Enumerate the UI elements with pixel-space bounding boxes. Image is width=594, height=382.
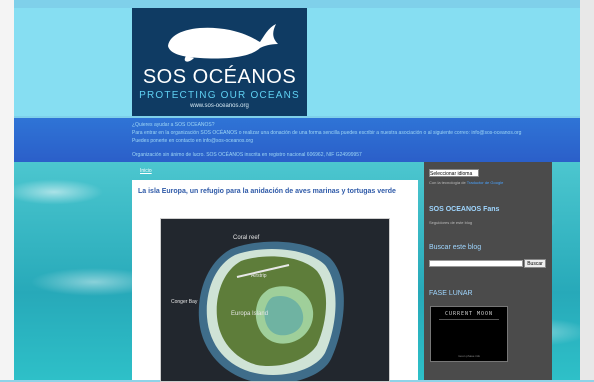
fans-title: SOS OCEANOS Fans (429, 206, 500, 213)
page-right-edge (580, 0, 594, 380)
google-translate-link[interactable]: Traductor de Google (467, 180, 504, 185)
image-label-3: Europa Island (231, 311, 268, 317)
info-line-3: Puedes ponerte en contacto en info@sos-o… (132, 138, 253, 144)
search-input[interactable] (429, 260, 523, 267)
fans-subtitle[interactable]: Seguidores de este blog (429, 220, 472, 225)
logo-url: www.sos-oceanos.org (190, 103, 249, 109)
info-band: ¿Quieres ayudar a SOS OCEANOS? Para entr… (14, 118, 580, 162)
logo-subtitle: PROTECTING OUR OCEANS (139, 90, 300, 101)
moon-title: FASE LUNAR (429, 290, 473, 297)
home-link[interactable]: Inicio (140, 168, 152, 174)
post-title[interactable]: La isla Europa, un refugio para la anida… (138, 188, 414, 195)
blog-post: La isla Europa, un refugio para la anida… (132, 180, 418, 382)
moon-label: CURRENT MOON (444, 311, 494, 317)
moon-widget[interactable]: CURRENT MOON moon phase info (430, 306, 508, 362)
whale-icon (168, 24, 278, 62)
moon-divider (439, 319, 499, 320)
image-label-4: Conger Bay (171, 299, 198, 305)
moon-footer: moon phase info (457, 354, 481, 358)
info-line-4: Organización sin ánimo de lucro. SOS OCÉ… (132, 152, 362, 158)
info-line-2: Para entrar en la organización SOS OCÉAN… (132, 130, 522, 136)
sidebar: Seleccionar idioma Con la tecnología de … (424, 162, 552, 380)
site-logo[interactable]: SOS OCÉANOS PROTECTING OUR OCEANS www.so… (132, 8, 307, 116)
language-select[interactable]: Seleccionar idioma (429, 169, 479, 177)
post-image[interactable]: Coral reef Airstrip Europa Island Conger… (160, 218, 390, 382)
page-left-edge (0, 0, 14, 380)
logo-title: SOS OCÉANOS (142, 66, 297, 88)
language-credit-prefix: Con la tecnología de (429, 180, 466, 185)
search-button[interactable]: Buscar (524, 259, 546, 268)
image-label-1: Coral reef (233, 235, 260, 241)
island-satellite-image: Coral reef Airstrip Europa Island Conger… (161, 219, 389, 381)
image-label-2: Airstrip (251, 273, 267, 279)
info-line-1: ¿Quieres ayudar a SOS OCEANOS? (132, 122, 215, 128)
search-title: Buscar este blog (429, 244, 482, 251)
language-credit: Con la tecnología de Traductor de Google (429, 180, 503, 185)
